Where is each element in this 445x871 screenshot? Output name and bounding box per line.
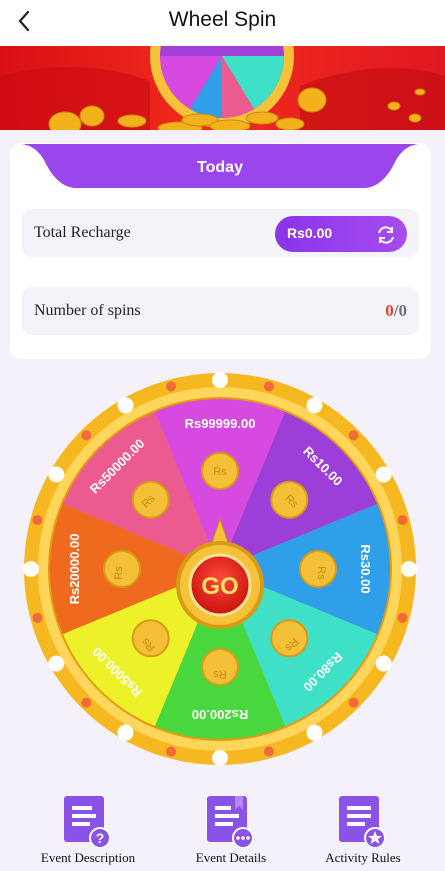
rim-light bbox=[212, 750, 228, 766]
rim-light bbox=[117, 724, 134, 741]
document-star-icon bbox=[339, 796, 385, 848]
rim-light bbox=[397, 515, 408, 526]
rim-light bbox=[23, 561, 39, 577]
coin-symbol: Rs bbox=[315, 566, 327, 580]
total-recharge-row: Total Recharge Rs0.00 bbox=[22, 209, 419, 257]
nav-label-description: Event Description bbox=[40, 850, 136, 865]
segment-prize-label: Rs99999.00 bbox=[185, 416, 256, 431]
coin-symbol: Rs bbox=[213, 466, 227, 478]
document-more-icon bbox=[207, 796, 253, 848]
go-label[interactable]: GO bbox=[201, 573, 238, 600]
coin-symbol: Rs bbox=[113, 566, 125, 580]
rim-light bbox=[32, 515, 43, 526]
rim-light bbox=[166, 381, 177, 392]
nav-event-description[interactable]: ? Event Description bbox=[28, 786, 148, 871]
rim-light bbox=[81, 697, 92, 708]
nav-activity-rules[interactable]: Activity Rules bbox=[303, 786, 423, 871]
promo-banner bbox=[0, 46, 445, 130]
prize-wheel: RsRs99999.00RsRs10.00Rs Rs30.00RsRs80.00R… bbox=[23, 372, 417, 766]
rim-light bbox=[117, 397, 134, 414]
nav-label-details: Event Details bbox=[195, 850, 267, 865]
segment-prize-label: Rs20000.00 bbox=[67, 534, 82, 605]
tab-today[interactable]: Today bbox=[22, 159, 418, 177]
rim-light bbox=[32, 612, 43, 623]
spins-label: Number of spins bbox=[34, 302, 141, 319]
rim-light bbox=[375, 466, 392, 483]
rim-light bbox=[48, 466, 65, 483]
segment-prize-label: Rs30.00 bbox=[358, 544, 373, 593]
page-title: Wheel Spin bbox=[168, 8, 277, 31]
total-recharge-label: Total Recharge bbox=[34, 224, 131, 241]
rim-light bbox=[81, 430, 92, 441]
nav-label-rules: Activity Rules bbox=[325, 850, 401, 865]
rim-light bbox=[348, 697, 359, 708]
document-question-icon: ? bbox=[64, 796, 110, 848]
spins-used: 0 bbox=[385, 301, 394, 320]
rim-light bbox=[263, 381, 274, 392]
spins-row: Number of spins 0/0 bbox=[22, 287, 419, 335]
rim-light bbox=[166, 746, 177, 757]
svg-text:?: ? bbox=[96, 830, 105, 846]
nav-event-details[interactable]: Event Details bbox=[171, 786, 291, 871]
spins-count: 0/0 bbox=[385, 301, 407, 321]
rim-light bbox=[375, 655, 392, 672]
refresh-icon[interactable] bbox=[375, 224, 397, 246]
recharge-amount: Rs0.00 bbox=[287, 225, 333, 241]
header-bar: Wheel Spin bbox=[0, 0, 445, 46]
segment-prize-label: Rs200.00 bbox=[192, 707, 248, 722]
rim-light bbox=[348, 430, 359, 441]
rim-light bbox=[306, 397, 323, 414]
coin-symbol: Rs bbox=[213, 668, 227, 680]
rim-light bbox=[401, 561, 417, 577]
spins-total: 0 bbox=[398, 301, 408, 320]
bottom-nav: ? Event Description Event Details Activi… bbox=[0, 786, 445, 871]
rim-light bbox=[306, 724, 323, 741]
banner-artwork bbox=[0, 46, 445, 130]
rim-light bbox=[48, 655, 65, 672]
recharge-amount-pill[interactable]: Rs0.00 bbox=[275, 216, 407, 252]
rim-light bbox=[263, 746, 274, 757]
rim-light bbox=[397, 612, 408, 623]
rim-light bbox=[212, 372, 228, 388]
